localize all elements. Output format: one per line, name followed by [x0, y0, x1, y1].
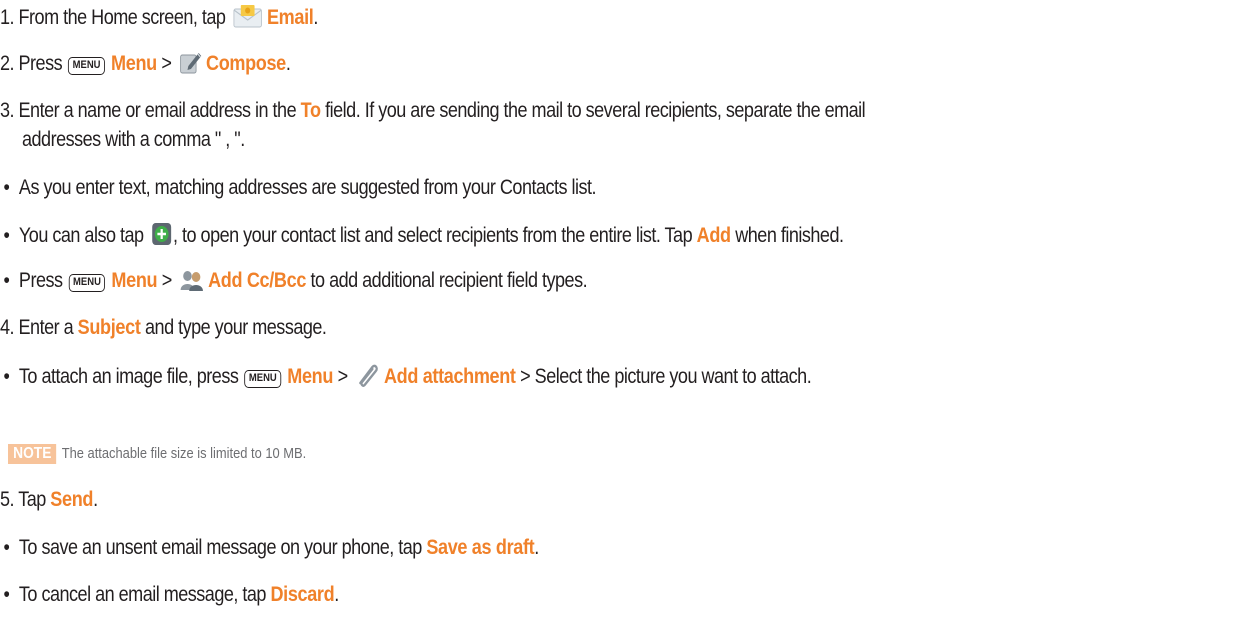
bullet-text-end: when finished.	[735, 224, 844, 247]
step-5-bullet-2: • To cancel an email message, tap Discard…	[0, 582, 339, 608]
step-3: 3. Enter a name or email address in the …	[0, 98, 866, 124]
note-badge: NOTE	[8, 444, 57, 464]
step-2-text: 2. Press	[0, 52, 63, 75]
add-attachment-label: Add attachment	[383, 365, 516, 388]
note-text: The attachable file size is limited to 1…	[61, 445, 307, 462]
step-5-bullet-1: • To save an unsent email message on your…	[0, 535, 539, 561]
bullet-text: You can also tap	[18, 224, 144, 247]
add-cc-bcc-label: Add Cc/Bcc	[208, 269, 307, 292]
step-5: 5. Tap Send.	[0, 487, 98, 513]
gt-symbol: >	[337, 365, 349, 388]
bullet-text: Press	[18, 269, 63, 292]
step-5-text: 5. Tap	[0, 488, 46, 511]
step-3-text-cont: field. If you are sending the mail to se…	[325, 99, 866, 122]
bullet-text-cont: > Select the picture you want to attach.	[520, 365, 812, 388]
bullet: •	[3, 224, 10, 247]
send-label: Send	[50, 488, 94, 511]
step-3-bullet-1: • As you enter text, matching addresses a…	[0, 175, 596, 201]
bullet: •	[3, 269, 10, 292]
step-3-line-2: addresses with a comma " , ".	[22, 128, 245, 151]
step-1-end: .	[313, 6, 318, 29]
note: NOTE The attachable file size is limited …	[8, 443, 306, 465]
bullet: •	[3, 536, 10, 559]
compose-pencil-icon	[179, 50, 201, 81]
step-4-text-cont: and type your message.	[145, 316, 327, 339]
bullet-text-cont: , to open your contact list and select r…	[173, 224, 693, 247]
email-envelope-icon	[233, 4, 263, 35]
menu-label: Menu	[111, 52, 157, 75]
step-1-text: 1. From the Home screen, tap	[0, 6, 226, 29]
step-3-bullet-2: • You can also tap , to open your contact…	[0, 222, 844, 253]
add-plus-icon	[152, 222, 173, 253]
add-label: Add	[696, 224, 731, 247]
bullet-text: To cancel an email message, tap	[18, 583, 267, 606]
subject-label: Subject	[77, 316, 141, 339]
bullet: •	[3, 583, 10, 606]
menu-key: MENU	[68, 274, 106, 292]
step-4-text: 4. Enter a	[0, 316, 74, 339]
discard-label: Discard	[270, 583, 335, 606]
step-1: 1. From the Home screen, tap Email.	[0, 4, 318, 35]
step-3-bullet-3: • Press MENU Menu > Add Cc/Bcc to add add…	[0, 268, 588, 298]
save-as-draft-label: Save as draft	[426, 536, 535, 559]
step-4-bullet-1: • To attach an image file, press MENU Men…	[0, 361, 812, 394]
compose-label: Compose	[205, 52, 286, 75]
to-label: To	[300, 99, 321, 122]
gt-symbol: >	[161, 52, 172, 75]
bullet-end: .	[334, 583, 339, 606]
menu-key: MENU	[68, 57, 105, 75]
step-3-text: 3. Enter a name or email address in the	[0, 99, 297, 122]
gt-symbol: >	[161, 269, 173, 292]
menu-label: Menu	[111, 269, 158, 292]
bullet-text: To attach an image file, press	[18, 365, 239, 388]
instructions-document: 1. From the Home screen, tap Email. 2. P…	[0, 0, 1246, 642]
step-4: 4. Enter a Subject and type your message…	[0, 315, 327, 341]
people-icon	[180, 269, 204, 298]
bullet-end: .	[534, 536, 539, 559]
step-2: 2. Press MENU Menu > Compose.	[0, 50, 291, 81]
bullet-text: To save an unsent email message on your …	[18, 536, 422, 559]
menu-key: MENU	[244, 370, 282, 388]
menu-label: Menu	[287, 365, 334, 388]
bullet: •	[3, 176, 10, 199]
email-label: Email	[266, 6, 314, 29]
bullet: •	[3, 365, 10, 388]
bullet-text-cont: to add additional recipient field types.	[310, 269, 588, 292]
step-5-end: .	[93, 488, 98, 511]
paperclip-icon	[356, 361, 380, 394]
bullet-text: As you enter text, matching addresses ar…	[18, 176, 597, 199]
step-2-end: .	[285, 52, 291, 75]
